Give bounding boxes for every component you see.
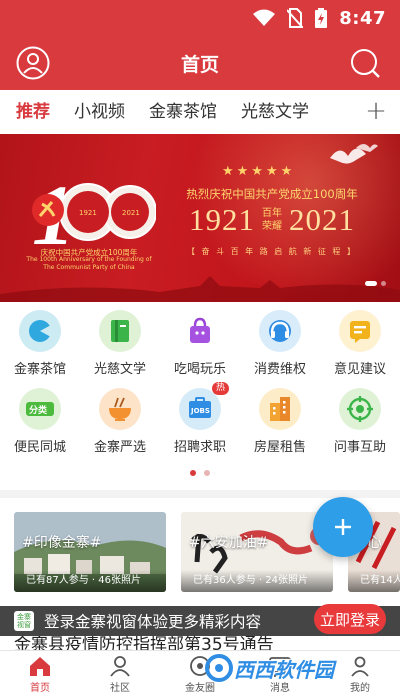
tab-jinzhai-teahouse[interactable]: 金寨茶馆 xyxy=(133,90,217,134)
grid-dot-active xyxy=(190,470,196,476)
banner-slogan: 【 奋 斗 百 年 路 启 航 新 征 程 】 xyxy=(187,247,357,256)
shortcut-grid: 金寨茶馆 光慈文学 吃喝玩乐 消费维权 意见建议 分类 便民同城 金寨严选 JO… xyxy=(0,302,400,490)
feedback-icon xyxy=(339,310,381,352)
topic-meta: 已有87人参与 · 46张照片 xyxy=(14,570,166,592)
plus-icon xyxy=(335,519,351,535)
shortcut-guangci-literature[interactable]: 光慈文学 xyxy=(80,310,160,377)
doves-decoration xyxy=(330,144,378,164)
shortcut-label: 吃喝玩乐 xyxy=(173,362,226,377)
topic-card[interactable]: #六安加油# 已有36人参与 · 24张照片 xyxy=(181,512,333,592)
target-icon xyxy=(339,388,381,430)
add-tab-button[interactable]: + xyxy=(364,98,388,126)
news-title: 金寨县疫情防控指挥部第35号通告 xyxy=(14,636,274,650)
shortcut-label: 房屋租售 xyxy=(253,440,306,455)
years-middle: 百年 荣耀 xyxy=(262,207,282,233)
app-header: 首页 xyxy=(0,36,400,90)
nav-community[interactable]: 社区 xyxy=(90,653,150,694)
nav-home[interactable]: 首页 xyxy=(10,653,70,694)
nav-label: 社区 xyxy=(110,683,130,694)
topic-meta: 已有36人参与 · 24张照片 xyxy=(181,570,333,592)
teahouse-icon xyxy=(19,310,61,352)
shortcut-consumer-rights[interactable]: 消费维权 xyxy=(240,310,320,377)
grid-pagination xyxy=(0,470,400,476)
tab-short-video[interactable]: 小视频 xyxy=(58,90,125,134)
jobs-icon: JOBS 热 xyxy=(179,382,229,430)
skyline-decoration xyxy=(0,276,400,302)
svg-text:分类: 分类 xyxy=(29,404,48,416)
svg-text:JOBS: JOBS xyxy=(190,407,210,415)
search-icon xyxy=(351,49,380,78)
wifi-icon xyxy=(253,9,276,26)
category-icon: 分类 xyxy=(19,388,61,430)
shortcut-label: 消费维权 xyxy=(253,362,306,377)
nav-label: 首页 xyxy=(30,683,50,694)
battery-charging-icon xyxy=(315,8,328,28)
svg-text:2021: 2021 xyxy=(122,209,140,217)
headset-icon xyxy=(259,310,301,352)
user-icon xyxy=(16,46,50,80)
home-icon xyxy=(30,657,50,676)
shortcut-label: 光慈文学 xyxy=(93,362,146,377)
year-end: 2021 xyxy=(289,202,355,237)
banner-carousel[interactable]: 1 1921 2021 庆祝中国共产党成立100周年 The 100th Ann… xyxy=(0,134,400,302)
shortcut-jinzhai-selection[interactable]: 金寨严选 xyxy=(80,388,160,455)
banner-dot xyxy=(381,281,386,286)
no-sim-icon xyxy=(287,8,304,28)
app-logo: 金寨视窗 xyxy=(14,611,34,631)
shortcut-label: 便民同城 xyxy=(13,440,66,455)
shortcut-label: 金寨严选 xyxy=(93,440,146,455)
shopping-bag-icon xyxy=(179,310,221,352)
tab-guangci-literature[interactable]: 光慈文学 xyxy=(225,90,309,134)
tab-recommend[interactable]: 推荐 xyxy=(0,90,50,134)
hot-badge: 热 xyxy=(211,382,229,395)
shortcut-label: 金寨茶馆 xyxy=(13,362,66,377)
topic-meta: 已有14人 xyxy=(348,570,400,592)
site-watermark: 西西软件园 xyxy=(204,651,380,685)
shortcut-food-fun[interactable]: 吃喝玩乐 xyxy=(160,310,240,377)
topic-card[interactable]: #印像金寨# 已有87人参与 · 46张照片 xyxy=(14,512,166,592)
shortcut-job-recruitment[interactable]: JOBS 热 招聘求职 xyxy=(160,382,240,455)
login-button[interactable]: 立即登录 xyxy=(314,604,386,634)
svg-text:1921: 1921 xyxy=(79,209,97,217)
building-icon xyxy=(259,388,301,430)
book-icon xyxy=(99,310,141,352)
shortcut-jinzhai-teahouse[interactable]: 金寨茶馆 xyxy=(0,310,80,377)
year-start: 1921 xyxy=(189,202,255,237)
shortcut-local-services[interactable]: 分类 便民同城 xyxy=(0,388,80,455)
banner-years: 1921 百年荣耀 2021 xyxy=(152,202,392,238)
banner-pagination xyxy=(365,281,386,286)
banner-headline: 热烈庆祝中国共产党成立100周年 xyxy=(186,187,358,201)
watermark-text: 西西软件园 xyxy=(234,657,334,682)
create-post-button[interactable] xyxy=(313,497,373,557)
login-prompt-bar: 金寨视窗 登录金寨视窗体验更多精彩内容 立即登录 xyxy=(0,604,400,636)
grid-dot xyxy=(204,470,210,476)
clock: 8:47 xyxy=(339,7,386,29)
topic-title: #印像金寨# xyxy=(22,535,102,551)
topic-title: #六安加油# xyxy=(189,535,269,551)
shortcut-suggestions[interactable]: 意见建议 xyxy=(320,310,400,377)
shortcut-label: 招聘求职 xyxy=(173,440,226,455)
watermark-logo-icon xyxy=(205,654,233,682)
community-icon xyxy=(110,656,130,677)
shortcut-label: 意见建议 xyxy=(333,362,386,377)
shortcut-label: 问事互助 xyxy=(333,440,386,455)
banner-stars: ★★★★★ xyxy=(222,164,296,179)
category-tabs: 推荐 小视频 金寨茶馆 光慈文学 + xyxy=(0,90,400,134)
banner-dot-active xyxy=(365,281,377,286)
news-item[interactable]: 金寨县疫情防控指挥部第35号通告 xyxy=(0,636,400,650)
user-button[interactable] xyxy=(16,46,50,80)
search-button[interactable] xyxy=(348,46,382,80)
login-prompt-text: 登录金寨视窗体验更多精彩内容 xyxy=(44,613,262,631)
years-middle-bottom: 荣耀 xyxy=(262,221,282,232)
page-title: 首页 xyxy=(180,53,219,76)
shortcut-housing[interactable]: 房屋租售 xyxy=(240,388,320,455)
shortcut-mutual-help[interactable]: 问事互助 xyxy=(320,388,400,455)
noodle-bowl-icon xyxy=(99,388,141,430)
years-middle-top: 百年 xyxy=(262,208,282,219)
status-bar: 8:47 xyxy=(0,0,400,36)
